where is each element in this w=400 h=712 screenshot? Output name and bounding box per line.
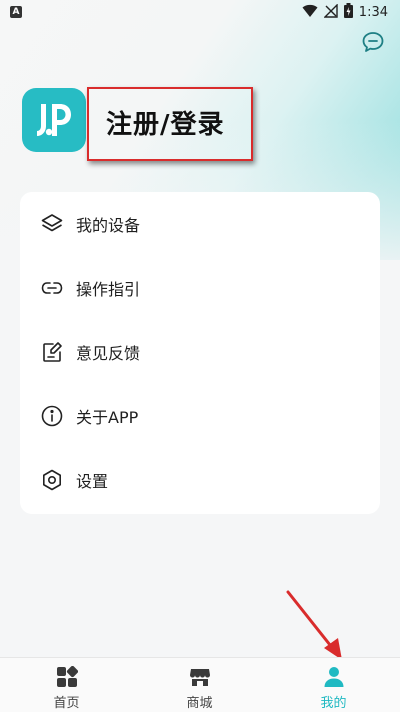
chat-bubble-icon (361, 31, 385, 57)
menu-item-label: 设置 (76, 472, 109, 491)
login-register-link[interactable]: 注册/登录 (106, 104, 225, 141)
grid-home-icon (55, 665, 79, 689)
menu-item-label: 操作指引 (76, 280, 141, 299)
menu-item-label: 我的设备 (76, 216, 141, 235)
status-bar: A 1:34 (0, 0, 400, 24)
battery-icon (343, 2, 353, 22)
menu-card: 我的设备 操作指引 意见反馈 关于APP 设置 (20, 192, 380, 514)
menu-item-operation-guide[interactable]: 操作指引 (20, 256, 380, 320)
no-signal-icon (323, 2, 338, 22)
feedback-edit-icon (40, 340, 64, 364)
tab-store[interactable]: 商城 (133, 658, 266, 712)
chat-button[interactable] (360, 32, 386, 56)
annotation-arrow (286, 590, 342, 660)
person-icon (322, 665, 346, 689)
menu-item-settings[interactable]: 设置 (20, 448, 380, 512)
info-icon (40, 404, 64, 428)
wifi-icon (302, 3, 318, 22)
app-logo (22, 88, 86, 152)
tab-store-label: 商城 (186, 696, 213, 711)
layers-icon (40, 212, 64, 236)
menu-item-label: 关于APP (76, 408, 139, 427)
link-icon (40, 276, 64, 300)
tab-home[interactable]: 首页 (0, 658, 133, 712)
gear-icon (40, 468, 64, 492)
tab-mine[interactable]: 我的 (267, 658, 400, 712)
menu-item-my-devices[interactable]: 我的设备 (20, 192, 380, 256)
store-icon (188, 665, 212, 689)
menu-item-label: 意见反馈 (76, 344, 141, 363)
tab-mine-label: 我的 (320, 696, 347, 711)
menu-item-about-app[interactable]: 关于APP (20, 384, 380, 448)
status-time: 1:34 (358, 4, 388, 20)
a-letter-icon: A (10, 6, 22, 18)
bottom-navigation: 首页 商城 我的 (0, 657, 400, 712)
tab-home-label: 首页 (53, 696, 80, 711)
menu-item-feedback[interactable]: 意见反馈 (20, 320, 380, 384)
